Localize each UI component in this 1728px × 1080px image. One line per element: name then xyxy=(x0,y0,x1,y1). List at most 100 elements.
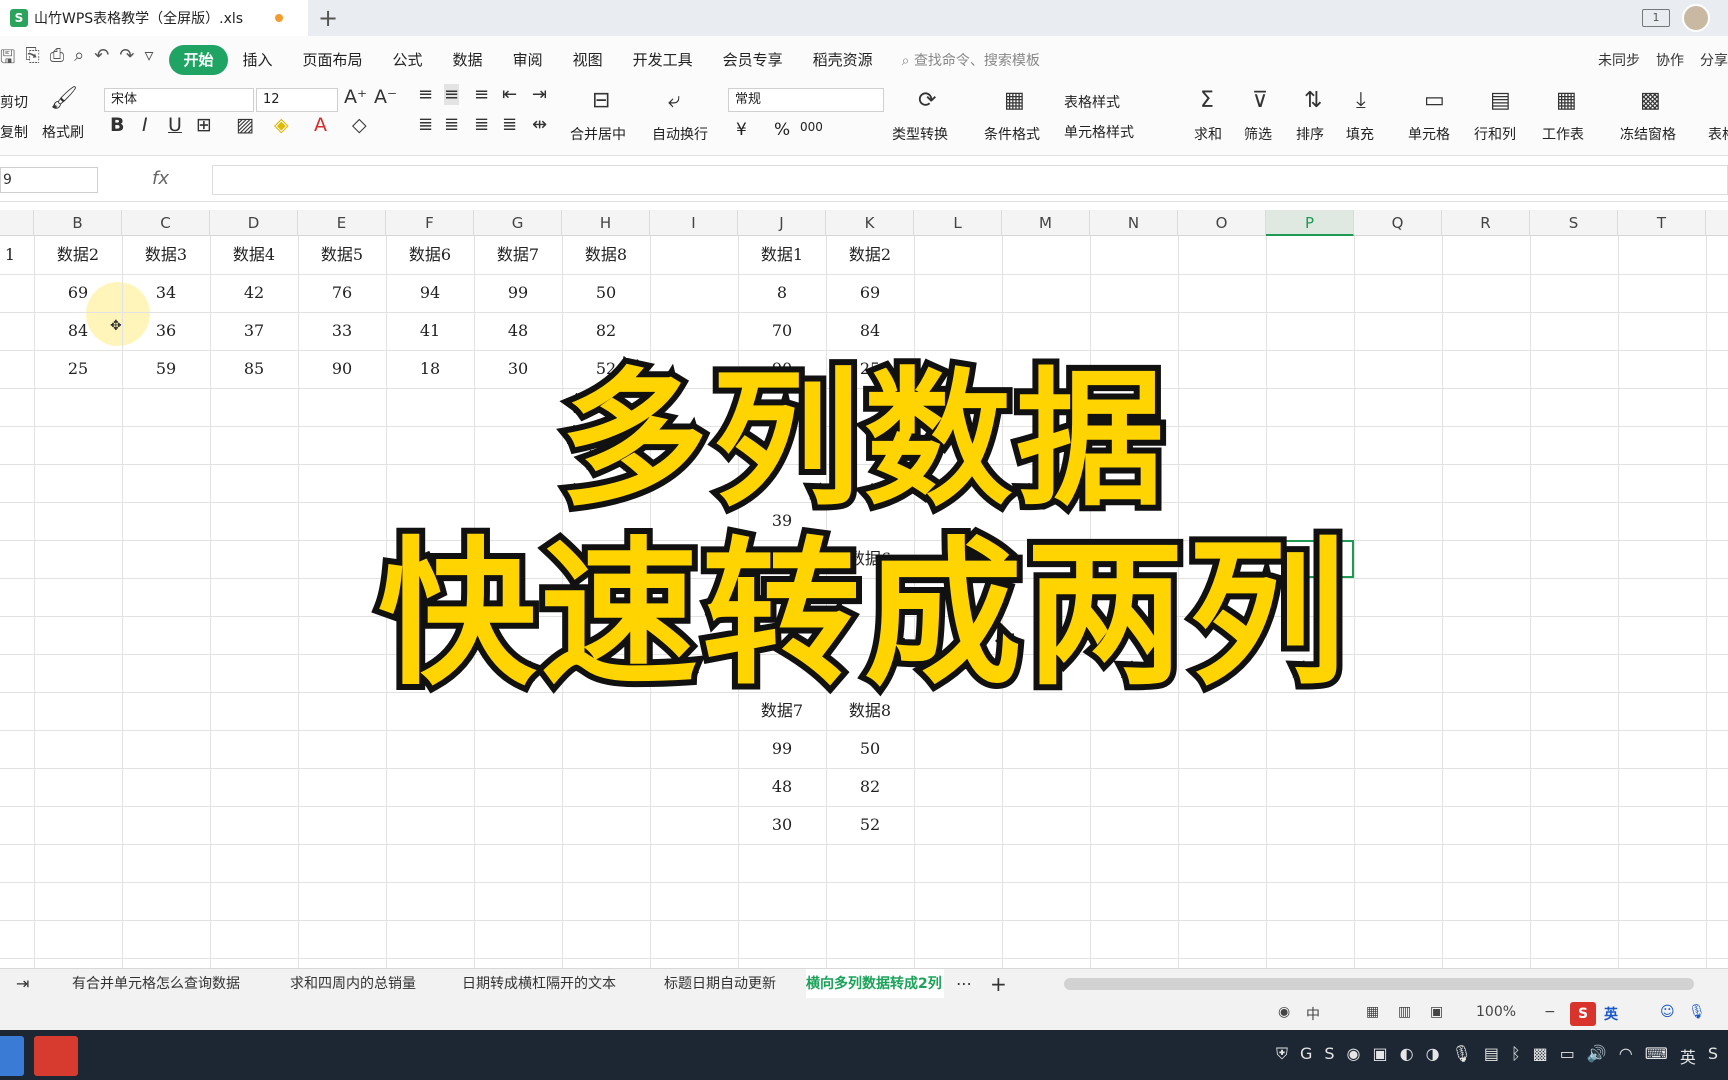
table-cell[interactable]: 69 xyxy=(34,274,122,312)
filter-icon[interactable]: ⊽ xyxy=(1252,88,1268,113)
menu-right-item[interactable]: 分享 xyxy=(1700,50,1728,70)
wrap-text-button[interactable]: 自动换行 xyxy=(652,124,708,144)
redo-icon[interactable]: ↷ xyxy=(119,45,134,75)
column-header-j[interactable]: J xyxy=(738,210,826,236)
table-cell[interactable]: 36 xyxy=(122,312,210,350)
filter-button[interactable]: 筛选 xyxy=(1244,124,1272,144)
menu-right-item[interactable]: 未同步 xyxy=(1598,50,1640,70)
dropdown-icon[interactable]: ▿ xyxy=(144,45,153,75)
emoji-icon[interactable]: ☺ xyxy=(1660,1004,1675,1020)
column-header-r[interactable]: R xyxy=(1442,210,1530,236)
justify-icon[interactable]: ≣ xyxy=(502,114,517,135)
sheet-tab[interactable]: 标题日期自动更新 xyxy=(664,969,776,999)
tool-icon[interactable]: ▤ xyxy=(1484,1044,1499,1068)
freeze-button[interactable]: 冻结窗格 xyxy=(1620,124,1676,144)
zoom-out-icon[interactable]: − xyxy=(1544,1004,1556,1020)
shield-icon[interactable]: ⛨ xyxy=(1276,1044,1288,1068)
menu-item[interactable]: 会员专享 xyxy=(708,45,798,75)
table-cell[interactable]: 33 xyxy=(298,312,386,350)
table-cell[interactable]: 37 xyxy=(210,312,298,350)
currency-button[interactable]: ¥ xyxy=(736,120,747,140)
cut-button[interactable]: 剪切 xyxy=(0,92,28,112)
volume-icon[interactable]: 🔊 xyxy=(1587,1044,1607,1068)
format-painter-button[interactable]: 格式刷 xyxy=(42,122,84,142)
table-cell[interactable]: 52 xyxy=(826,806,914,844)
table-cell[interactable]: 30 xyxy=(738,806,826,844)
table-header-cell[interactable]: 数据3 xyxy=(122,236,210,274)
worksheet-icon[interactable]: ▦ xyxy=(1556,88,1577,113)
align-center-icon[interactable]: ≣ xyxy=(444,114,459,135)
table-style-button[interactable]: 表格样式 xyxy=(1064,92,1120,112)
font-name-select[interactable]: 宋体 xyxy=(104,88,254,112)
ime-label[interactable]: 英 xyxy=(1604,1004,1618,1024)
table-cell[interactable]: 84 xyxy=(34,312,122,350)
column-header-d[interactable]: D xyxy=(210,210,298,236)
sogou-tray-icon[interactable]: S xyxy=(1708,1044,1718,1068)
table-cell[interactable]: 41 xyxy=(386,312,474,350)
table-cell[interactable]: 50 xyxy=(826,730,914,768)
cell-button[interactable]: 单元格 xyxy=(1408,124,1450,144)
menu-item[interactable]: 页面布局 xyxy=(288,45,378,75)
table-cell[interactable]: 48 xyxy=(738,768,826,806)
language-icon[interactable]: 中 xyxy=(1306,1004,1320,1024)
table-cell[interactable]: 8 xyxy=(738,274,826,312)
mic-icon[interactable]: 🎙 xyxy=(1688,1004,1706,1020)
table-cell[interactable]: 76 xyxy=(298,274,386,312)
sum-button[interactable]: 求和 xyxy=(1194,124,1222,144)
fill-icon[interactable]: ⤓ xyxy=(1356,88,1366,113)
thousands-button[interactable]: 000 xyxy=(800,120,823,134)
menu-item[interactable]: 稻壳资源 xyxy=(798,45,888,75)
table-header-cell-partial[interactable]: 1 xyxy=(0,236,20,274)
sort-button[interactable]: 排序 xyxy=(1296,124,1324,144)
rows-cols-icon[interactable]: ▤ xyxy=(1490,88,1511,113)
sum-icon[interactable]: Σ xyxy=(1200,88,1214,113)
underline-button[interactable]: U xyxy=(168,114,182,136)
menu-right-item[interactable]: 协作 xyxy=(1656,50,1684,70)
page-layout-icon[interactable]: ▥ xyxy=(1398,1004,1411,1020)
print-icon[interactable]: ⎙ xyxy=(50,45,64,75)
menu-item[interactable]: 审阅 xyxy=(498,45,558,75)
sheet-tab[interactable]: 有合并单元格怎么查询数据 xyxy=(72,969,240,999)
rows-cols-button[interactable]: 行和列 xyxy=(1474,124,1516,144)
table-cell[interactable]: 48 xyxy=(474,312,562,350)
table-cell[interactable]: 70 xyxy=(738,312,826,350)
command-search[interactable]: ⌕ 查找命令、搜索模板 xyxy=(902,50,1040,70)
mic-tray-icon[interactable]: 🎙 xyxy=(1452,1044,1472,1068)
gpu-icon[interactable]: ▩ xyxy=(1533,1044,1548,1068)
menu-item[interactable]: 视图 xyxy=(558,45,618,75)
column-header-h[interactable]: H xyxy=(562,210,650,236)
cell-icon[interactable]: ▭ xyxy=(1424,88,1445,113)
app-s-icon[interactable]: S xyxy=(1324,1044,1334,1068)
column-header-b[interactable]: B xyxy=(34,210,122,236)
new-tab-button[interactable]: + xyxy=(318,4,338,32)
column-header-c[interactable]: C xyxy=(122,210,210,236)
save-icon[interactable]: 🖫 xyxy=(0,45,15,75)
name-box[interactable]: 9 xyxy=(0,167,98,193)
clear-format-icon[interactable]: ◇ xyxy=(352,114,367,136)
table-header-cell[interactable]: 数据2 xyxy=(34,236,122,274)
column-header-e[interactable]: E xyxy=(298,210,386,236)
indent-decrease-icon[interactable]: ⇤ xyxy=(502,84,517,105)
table-cell[interactable]: 82 xyxy=(562,312,650,350)
table-cell[interactable]: 84 xyxy=(826,312,914,350)
battery-icon[interactable]: ▭ xyxy=(1560,1044,1575,1068)
column-header-g[interactable]: G xyxy=(474,210,562,236)
fill-button[interactable]: 填充 xyxy=(1346,124,1374,144)
shrink-font-icon[interactable]: A⁻ xyxy=(374,86,397,108)
page-indicator[interactable]: 1 xyxy=(1642,9,1670,27)
file-tab[interactable]: S 山竹WPS表格教学（全屏版）.xls xyxy=(0,0,308,36)
italic-button[interactable]: I xyxy=(142,114,148,136)
sheet-tab[interactable]: 日期转成横杠隔开的文本 xyxy=(462,969,616,999)
table-cell[interactable]: 50 xyxy=(562,274,650,312)
conditional-format-icon[interactable]: ▦ xyxy=(1004,88,1025,113)
table-tool-button[interactable]: 表格 xyxy=(1708,124,1728,144)
menu-item[interactable]: 插入 xyxy=(228,45,288,75)
eye-protect-icon[interactable]: ◉ xyxy=(1278,1004,1290,1020)
horizontal-scrollbar[interactable] xyxy=(1064,978,1694,990)
qq2-icon[interactable]: ◑ xyxy=(1426,1044,1440,1068)
table-header-cell[interactable]: 数据4 xyxy=(210,236,298,274)
column-header-s[interactable]: S xyxy=(1530,210,1618,236)
column-header-p[interactable]: P xyxy=(1266,210,1354,236)
table-header-cell[interactable]: 数据8 xyxy=(562,236,650,274)
table-header-cell[interactable]: 数据6 xyxy=(386,236,474,274)
